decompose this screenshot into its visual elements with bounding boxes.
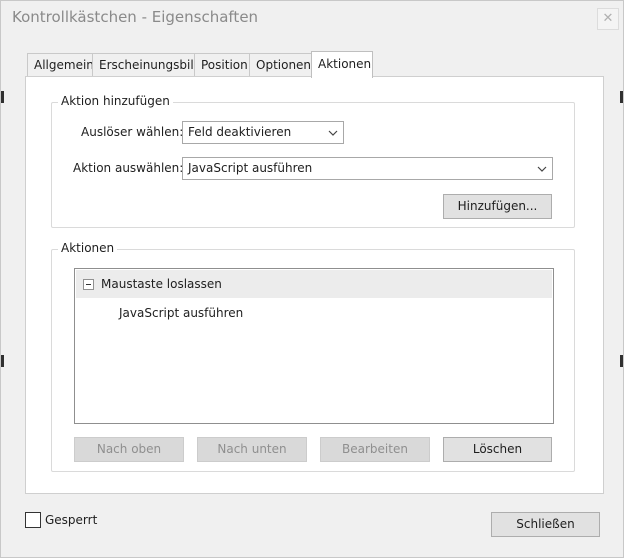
edit-button[interactable]: Bearbeiten: [320, 437, 430, 462]
window-edge-marker: [620, 91, 623, 103]
tab-label: Erscheinungsbild: [99, 58, 202, 72]
window-edge-marker: [1, 91, 4, 103]
tree-row-trigger[interactable]: Maustaste loslassen: [76, 270, 552, 298]
chevron-down-icon: [323, 122, 343, 143]
window-edge-marker: [620, 355, 623, 367]
move-up-button[interactable]: Nach oben: [74, 437, 184, 462]
actions-tree[interactable]: Maustaste loslassen JavaScript ausführen: [74, 268, 554, 424]
action-select-value: JavaScript ausführen: [188, 161, 313, 175]
chevron-down-icon: [532, 158, 552, 179]
tab-optionen[interactable]: Optionen: [249, 53, 312, 77]
tab-allgemein[interactable]: Allgemein: [27, 53, 94, 77]
locked-checkbox[interactable]: [25, 512, 41, 528]
tab-label: Allgemein: [34, 58, 94, 72]
close-icon: ✕: [602, 11, 614, 26]
actions-group: Aktionen Maustaste loslassen JavaScript …: [51, 241, 575, 472]
title-bar: Kontrollkästchen - Eigenschaften ✕: [1, 1, 623, 35]
trigger-label: Auslöser wählen:: [81, 125, 184, 139]
close-button[interactable]: Schließen: [491, 512, 600, 537]
add-action-button[interactable]: Hinzufügen...: [443, 194, 552, 219]
add-action-group: Aktion hinzufügen Auslöser wählen: Feld …: [51, 94, 575, 228]
aktionen-tab-panel: Aktion hinzufügen Auslöser wählen: Feld …: [25, 76, 604, 494]
tab-position[interactable]: Position: [194, 53, 250, 77]
locked-label: Gesperrt: [45, 513, 98, 527]
properties-dialog: Kontrollkästchen - Eigenschaften ✕ Allge…: [0, 0, 624, 558]
tab-erscheinungsbild[interactable]: Erscheinungsbild: [92, 53, 201, 77]
trigger-select[interactable]: Feld deaktivieren: [182, 121, 344, 144]
tree-trigger-label: Maustaste loslassen: [101, 277, 222, 291]
tab-label: Position: [201, 58, 248, 72]
dialog-title: Kontrollkästchen - Eigenschaften: [12, 8, 259, 26]
collapse-icon[interactable]: [83, 279, 94, 290]
add-action-group-label: Aktion hinzufügen: [58, 94, 173, 108]
tab-label: Aktionen: [318, 57, 372, 71]
move-down-button[interactable]: Nach unten: [197, 437, 307, 462]
window-edge-marker: [1, 355, 4, 367]
close-window-button[interactable]: ✕: [597, 8, 619, 30]
action-select[interactable]: JavaScript ausführen: [182, 157, 553, 180]
tab-aktionen[interactable]: Aktionen: [311, 51, 373, 78]
delete-button[interactable]: Löschen: [443, 437, 552, 462]
tree-action-item[interactable]: JavaScript ausführen: [119, 306, 243, 320]
actions-group-label: Aktionen: [58, 241, 118, 255]
trigger-select-value: Feld deaktivieren: [188, 125, 292, 139]
tab-label: Optionen: [256, 58, 312, 72]
action-label: Aktion auswählen:: [73, 161, 184, 175]
